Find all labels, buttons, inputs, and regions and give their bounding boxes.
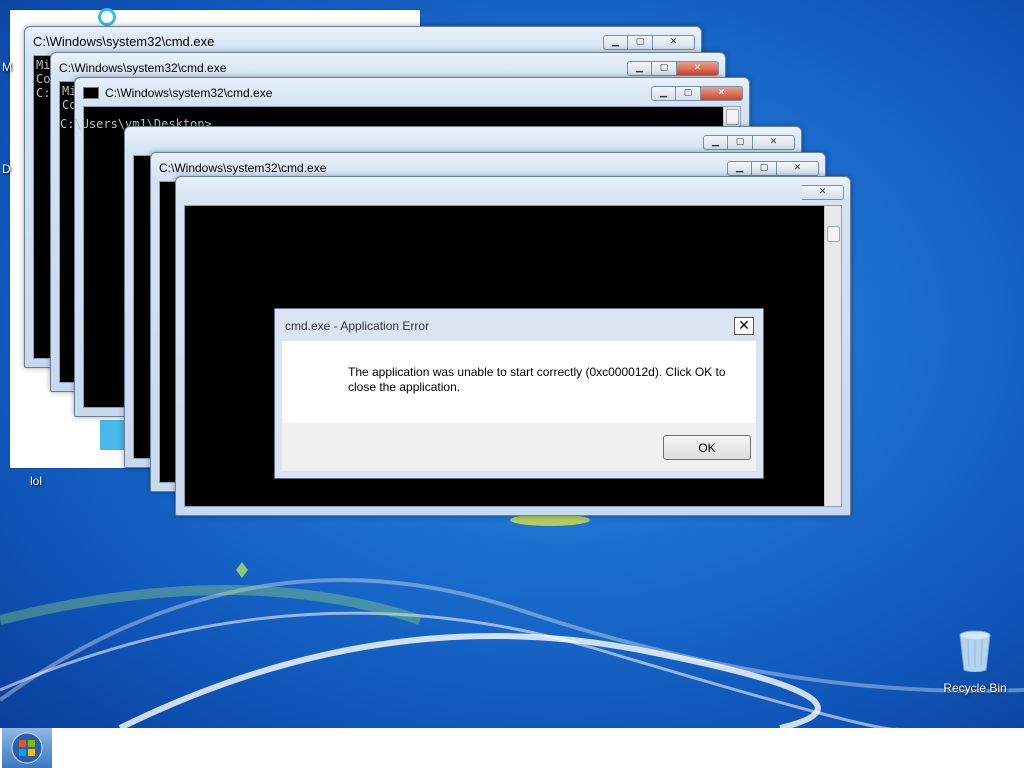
blue-fragment — [100, 420, 125, 450]
window-controls: ▁ ▢ ✕ — [651, 86, 743, 102]
window-title: C:\Windows\system32\cmd.exe — [33, 34, 215, 49]
taskbar — [0, 728, 1024, 768]
minimize-button[interactable]: ▁ — [651, 86, 676, 101]
recycle-bin-shortcut[interactable]: Recycle Bin — [940, 630, 1010, 695]
loading-ring-icon — [98, 8, 116, 26]
minimize-button[interactable]: ▁ — [603, 35, 628, 50]
close-button[interactable]: ✕ — [777, 161, 819, 176]
desktop-icon-label-m[interactable]: M — [2, 60, 12, 74]
window-controls: ✕ — [802, 185, 844, 201]
desktop-icon-label-d[interactable]: D — [2, 162, 11, 176]
cmd-icon — [83, 86, 99, 99]
scrollbar-thumb[interactable] — [827, 226, 840, 242]
close-icon: ✕ — [738, 318, 750, 334]
close-button[interactable]: ✕ — [653, 35, 695, 50]
dialog-footer: OK — [282, 423, 756, 471]
dialog-close-button[interactable]: ✕ — [734, 317, 754, 335]
minimize-button[interactable]: ▁ — [703, 135, 728, 150]
minimize-button[interactable]: ▁ — [727, 161, 752, 176]
recycle-bin-label: Recycle Bin — [943, 681, 1007, 695]
close-button[interactable]: ✕ — [701, 86, 743, 101]
desktop-icon-label-lol[interactable]: lol — [30, 474, 42, 488]
application-error-dialog[interactable]: cmd.exe - Application Error ✕ The applic… — [274, 308, 764, 479]
minimize-button[interactable]: ▁ — [627, 61, 652, 76]
maximize-button[interactable]: ▢ — [628, 35, 653, 50]
close-button[interactable]: ✕ — [677, 61, 719, 76]
scrollbar-thumb[interactable] — [726, 109, 739, 125]
ok-button[interactable]: OK — [663, 435, 751, 460]
maximize-button[interactable]: ▢ — [752, 161, 777, 176]
window-controls: ▁ ▢ ✕ — [627, 61, 719, 77]
vertical-scrollbar[interactable] — [824, 206, 841, 506]
window-title: C:\Windows\system32\cmd.exe — [83, 84, 272, 102]
recycle-bin-icon — [959, 630, 991, 673]
maximize-button[interactable]: ▢ — [652, 61, 677, 76]
maximize-button[interactable]: ▢ — [676, 86, 701, 101]
close-button[interactable]: ✕ — [802, 185, 844, 200]
maximize-button[interactable]: ▢ — [728, 135, 753, 150]
desktop: M D lol C:\Windows\system32\cmd.exe ▁ ▢ … — [0, 0, 1024, 728]
error-message: The application was unable to start corr… — [348, 365, 726, 394]
window-title: C:\Windows\system32\cmd.exe — [59, 61, 227, 75]
window-controls: ▁ ▢ ✕ — [603, 35, 695, 51]
dialog-content: The application was unable to start corr… — [282, 341, 756, 423]
window-controls: ▁ ▢ ✕ — [727, 161, 819, 177]
close-button[interactable]: ✕ — [753, 135, 795, 150]
dialog-title: cmd.exe - Application Error — [285, 319, 430, 333]
window-title: C:\Windows\system32\cmd.exe — [159, 161, 327, 175]
windows-logo-icon — [11, 732, 43, 764]
window-controls: ▁ ▢ ✕ — [703, 135, 795, 151]
start-button[interactable] — [2, 728, 52, 768]
